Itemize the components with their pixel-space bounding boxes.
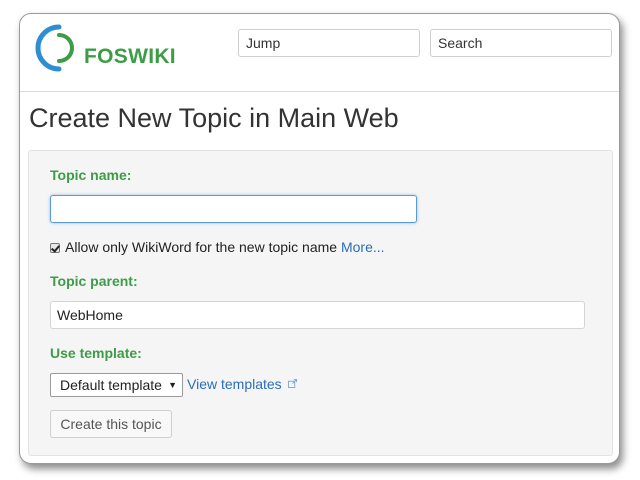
wikiword-option: Allow only WikiWord for the new topic na… [50, 239, 385, 255]
view-templates-label[interactable]: View templates [187, 376, 282, 392]
caret-down-icon: ▼ [168, 380, 177, 390]
view-templates-link[interactable]: View templates [187, 376, 297, 392]
page-title: Create New Topic in Main Web [29, 103, 399, 133]
create-topic-form: Topic name: Allow only WikiWord for the … [28, 150, 613, 456]
external-link-icon [287, 379, 297, 388]
foswiki-logo-icon [35, 24, 74, 72]
logo-text: FOSWIKI [84, 45, 176, 68]
topic-parent-label: Topic parent: [50, 273, 138, 289]
create-topic-button[interactable]: Create this topic [50, 410, 172, 438]
search-input[interactable]: Search [430, 29, 612, 57]
jump-input[interactable]: Jump [238, 29, 420, 57]
template-select-value: Default template [60, 377, 162, 393]
topic-parent-input[interactable]: WebHome [50, 301, 585, 329]
browser-window: FOSWIKI Jump Search Create New Topic in … [19, 13, 620, 464]
more-link[interactable]: More... [341, 239, 385, 255]
wikiword-checkbox[interactable] [50, 243, 60, 253]
topic-name-label: Topic name: [50, 167, 132, 183]
foswiki-logo[interactable]: FOSWIKI [29, 23, 189, 73]
wikiword-checkbox-label: Allow only WikiWord for the new topic na… [65, 239, 338, 255]
template-select[interactable]: Default template ▼ [50, 373, 183, 397]
site-header: FOSWIKI Jump Search [20, 14, 619, 92]
use-template-label: Use template: [50, 345, 142, 361]
topic-name-input[interactable] [50, 195, 417, 223]
